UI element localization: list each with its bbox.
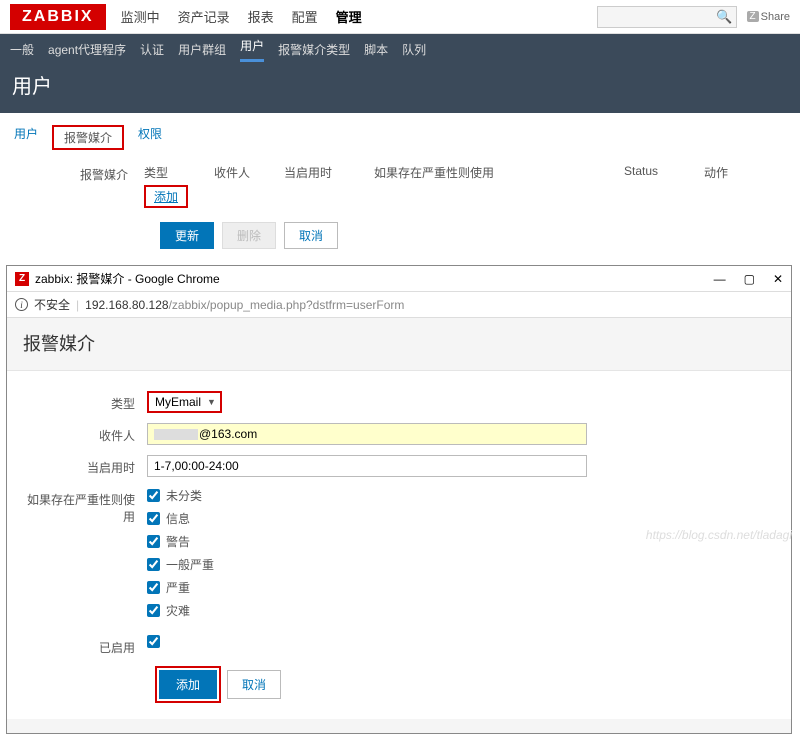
nav-monitoring[interactable]: 监测中 (121, 7, 160, 26)
severity-0: 未分类 (166, 487, 202, 504)
nav-reports[interactable]: 报表 (248, 7, 274, 26)
popup-cancel-button[interactable]: 取消 (227, 670, 281, 699)
share-link[interactable]: Z Share (747, 11, 790, 23)
popup-action-row: 添加 取消 (159, 670, 775, 699)
close-icon[interactable]: ✕ (773, 272, 783, 286)
tab-permissions[interactable]: 权限 (138, 125, 162, 150)
severity-3: 一般严重 (166, 556, 214, 573)
cancel-button[interactable]: 取消 (284, 222, 338, 249)
subnav-auth[interactable]: 认证 (140, 41, 164, 58)
subnav-proxies[interactable]: agent代理程序 (48, 41, 126, 58)
enabled-label: 已启用 (23, 635, 147, 656)
severity-4: 严重 (166, 579, 190, 596)
sub-nav: 一般 agent代理程序 认证 用户群组 用户 报警媒介类型 脚本 队列 (0, 34, 800, 64)
recipient-label: 收件人 (23, 423, 147, 444)
address-bar: i 不安全 | 192.168.80.128/zabbix/popup_medi… (7, 292, 791, 318)
delete-button: 删除 (222, 222, 276, 249)
tab-row: 用户 报警媒介 权限 (0, 113, 800, 160)
col-status: Status (624, 164, 674, 181)
insecure-label: 不安全 (34, 296, 70, 313)
severity-checkbox-0[interactable] (147, 489, 160, 502)
masked-text (154, 429, 198, 440)
subnav-users[interactable]: 用户 (240, 37, 264, 62)
popup-form: 类型 MyEmail ▼ 收件人 @163.com 当启用时 (7, 371, 791, 719)
nav-inventory[interactable]: 资产记录 (178, 7, 230, 26)
col-action: 动作 (704, 164, 744, 181)
media-form-area: 报警媒介 类型 收件人 当启用时 如果存在严重性则使用 Status 动作 添加… (0, 160, 800, 265)
top-header: ZABBIX 监测中 资产记录 报表 配置 管理 🔍 Z Share (0, 0, 800, 34)
type-value: MyEmail (155, 395, 201, 409)
logo: ZABBIX (10, 4, 106, 30)
popup-body: 报警媒介 类型 MyEmail ▼ 收件人 @163.com (7, 318, 791, 733)
subnav-mediatypes[interactable]: 报警媒介类型 (278, 41, 350, 58)
popup-window-title: zabbix: 报警媒介 - Google Chrome (35, 270, 220, 287)
subnav-usergroups[interactable]: 用户群组 (178, 41, 226, 58)
popup-titlebar: Z zabbix: 报警媒介 - Google Chrome — ▢ ✕ (7, 266, 791, 292)
popup-heading: 报警媒介 (7, 318, 791, 371)
media-column-headers: 类型 收件人 当启用时 如果存在严重性则使用 Status 动作 (144, 164, 786, 181)
when-input[interactable] (147, 455, 587, 477)
col-recipient: 收件人 (214, 164, 254, 181)
severity-checkbox-4[interactable] (147, 581, 160, 594)
search-icon[interactable]: 🔍 (716, 9, 732, 25)
zabbix-icon: Z (15, 272, 29, 286)
window-controls: — ▢ ✕ (714, 272, 783, 286)
col-when: 当启用时 (284, 164, 344, 181)
severity-1: 信息 (166, 510, 190, 527)
popup-add-button[interactable]: 添加 (159, 670, 217, 699)
subnav-scripts[interactable]: 脚本 (364, 41, 388, 58)
nav-configuration[interactable]: 配置 (292, 7, 318, 26)
url-host: 192.168.80.128 (85, 298, 168, 312)
when-label: 当启用时 (23, 455, 147, 476)
add-media-link[interactable]: 添加 (144, 185, 188, 208)
maximize-icon[interactable]: ▢ (744, 272, 755, 286)
col-severity: 如果存在严重性则使用 (374, 164, 594, 181)
recipient-input[interactable]: @163.com (147, 423, 587, 445)
tab-user[interactable]: 用户 (14, 125, 38, 150)
col-type: 类型 (144, 164, 184, 181)
share-label: Share (761, 11, 790, 23)
severity-2: 警告 (166, 533, 190, 550)
minimize-icon[interactable]: — (714, 272, 726, 286)
search-box: 🔍 (597, 6, 737, 28)
subnav-queue[interactable]: 队列 (402, 41, 426, 58)
severity-checkbox-3[interactable] (147, 558, 160, 571)
share-badge-icon: Z (747, 11, 759, 22)
url-path: /zabbix/popup_media.php?dstfrm=userForm (169, 298, 405, 312)
main-nav: 监测中 资产记录 报表 配置 管理 (121, 7, 362, 26)
form-button-row: 更新 删除 取消 (160, 222, 786, 249)
info-icon[interactable]: i (15, 298, 28, 311)
subnav-general[interactable]: 一般 (10, 41, 34, 58)
type-label: 类型 (23, 391, 147, 412)
page-title: 用户 (0, 64, 800, 113)
update-button[interactable]: 更新 (160, 222, 214, 249)
severity-checkbox-5[interactable] (147, 604, 160, 617)
chevron-down-icon: ▼ (207, 397, 216, 407)
type-select[interactable]: MyEmail ▼ (147, 391, 222, 413)
nav-administration[interactable]: 管理 (336, 7, 362, 26)
severity-checkbox-1[interactable] (147, 512, 160, 525)
watermark: https://blog.csdn.net/tladagi (646, 528, 792, 542)
severity-label: 如果存在严重性则使用 (23, 487, 147, 525)
severity-5: 灾难 (166, 602, 190, 619)
severity-checkbox-2[interactable] (147, 535, 160, 548)
enabled-checkbox[interactable] (147, 635, 160, 648)
tab-media[interactable]: 报警媒介 (52, 125, 124, 150)
media-label: 报警媒介 (14, 164, 144, 208)
recipient-value: @163.com (199, 427, 257, 441)
popup-window: Z zabbix: 报警媒介 - Google Chrome — ▢ ✕ i 不… (6, 265, 792, 734)
